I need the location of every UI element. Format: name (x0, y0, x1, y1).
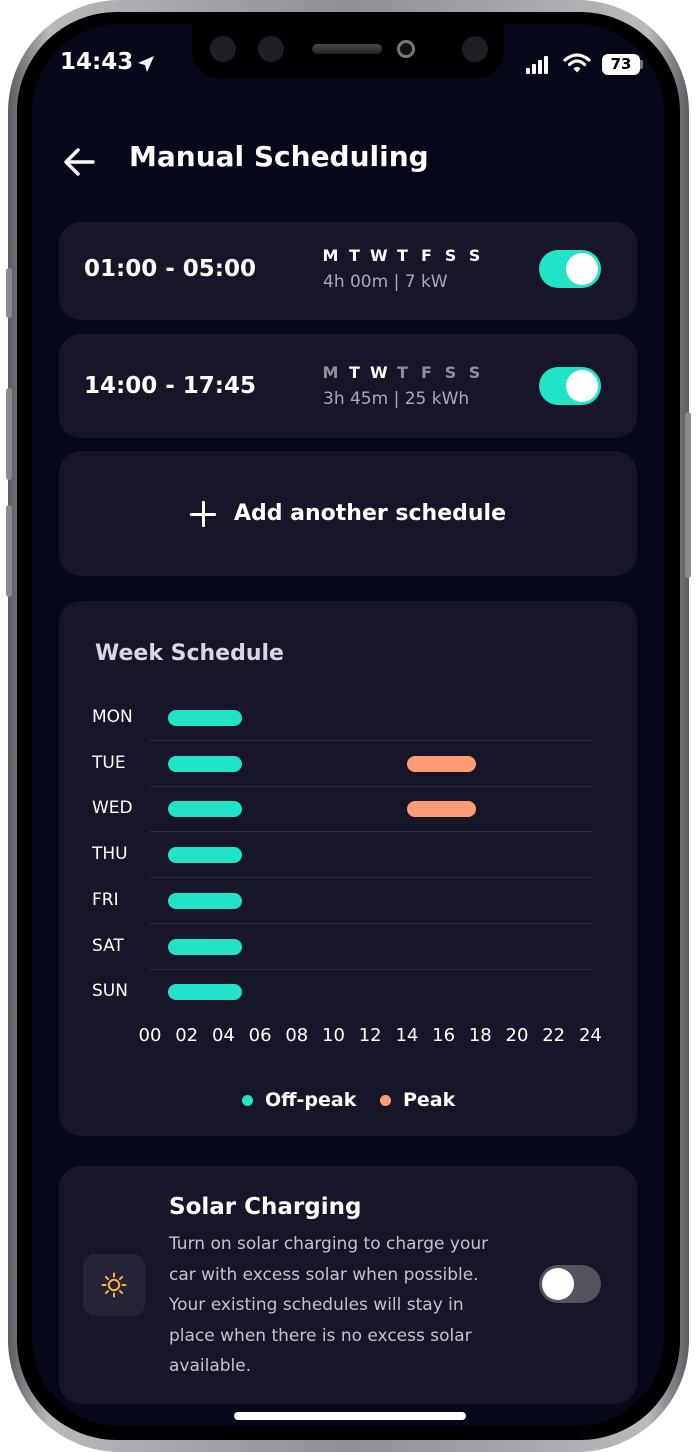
sensor-right (462, 36, 488, 62)
day-label-tue: TUE (92, 752, 126, 773)
battery-tip (640, 60, 643, 69)
day-letter: S (444, 246, 457, 265)
schedule-toggle[interactable] (539, 250, 601, 288)
peak-dot (380, 1094, 391, 1106)
grid-line (150, 831, 592, 833)
week-schedule-card: Week Schedule MON TUE WED THU FRI SAT SUN 00 02 0… (59, 601, 637, 1136)
x-tick-label: 14 (395, 1025, 419, 1046)
peak-bar-tue (406, 755, 476, 772)
day-letter: W (370, 246, 388, 265)
off-peak-dot (242, 1094, 253, 1106)
sun-icon (101, 1272, 127, 1298)
x-tick-label: 08 (285, 1025, 309, 1046)
x-tick-label: 20 (505, 1025, 529, 1046)
day-letter: M (322, 246, 339, 265)
day-label-sat: SAT (92, 935, 124, 956)
chart-title: Week Schedule (95, 641, 284, 666)
x-tick-label: 18 (468, 1025, 492, 1046)
status-time: 14:43 (60, 49, 134, 75)
off-peak-bar-sun (168, 984, 242, 1001)
day-letter: T (349, 246, 360, 265)
power-button (685, 412, 691, 578)
off-peak-bar-sat (168, 938, 242, 955)
x-tick-label: 24 (578, 1025, 602, 1046)
x-tick-label: 02 (175, 1025, 199, 1046)
schedule-card-2[interactable]: 14:00 - 17:45 MTWTFSS 3h 45m | 25 kWh (59, 334, 637, 438)
off-peak-bar-fri (168, 892, 242, 909)
x-tick-label: 16 (432, 1025, 456, 1046)
day-letter: T (397, 246, 408, 265)
grid-line (150, 922, 592, 924)
solar-charging-card: Solar Charging Turn on solar charging to… (59, 1166, 637, 1404)
legend-peak-label: Peak (403, 1089, 456, 1111)
solar-title: Solar Charging (169, 1194, 362, 1220)
day-label-sun: SUN (92, 981, 128, 1002)
add-schedule-button[interactable]: Add another schedule (59, 451, 637, 576)
app-screen: 14:43 73 Manual Scheduling 01:00 - 05:00… (32, 24, 664, 1426)
schedule-details: 4h 00m | 7 kW (323, 272, 448, 292)
schedule-days: MTWTFSS (322, 363, 483, 382)
solar-description: Turn on solar charging to charge your ca… (169, 1234, 489, 1376)
day-letter: F (421, 246, 432, 265)
day-letter: S (468, 363, 481, 382)
legend-peak: Peak (380, 1089, 455, 1111)
earpiece-speaker (312, 44, 382, 54)
day-letter: S (444, 363, 457, 382)
off-peak-bar-thu (168, 847, 242, 864)
back-arrow-icon[interactable] (62, 146, 96, 178)
toggle-knob (566, 370, 598, 402)
x-tick-label: 00 (138, 1025, 162, 1046)
front-camera (397, 40, 415, 58)
add-schedule-label: Add another schedule (233, 501, 506, 526)
peak-bar-wed (406, 801, 476, 818)
schedule-toggle[interactable] (539, 367, 601, 405)
day-label-fri: FRI (92, 889, 119, 910)
wifi-icon (563, 53, 591, 73)
x-tick-label: 22 (542, 1025, 566, 1046)
x-tick-label: 10 (322, 1025, 345, 1046)
solar-toggle[interactable] (539, 1265, 601, 1303)
x-tick-label: 04 (211, 1025, 235, 1046)
sensor-left (210, 36, 236, 62)
volume-up-button (6, 388, 12, 480)
schedule-time: 01:00 - 05:00 (84, 256, 256, 282)
schedule-days: MTWTFSS (322, 246, 483, 265)
day-label-thu: THU (92, 844, 128, 865)
legend-off-peak: Off-peak (242, 1089, 356, 1111)
toggle-knob (542, 1268, 574, 1300)
dynamic-island (192, 24, 504, 78)
battery-indicator: 73 (602, 54, 640, 75)
grid-line (150, 877, 592, 879)
page-title: Manual Scheduling (129, 140, 429, 173)
day-label-mon: MON (92, 707, 133, 727)
off-peak-bar-mon (168, 710, 242, 726)
sensor-mid (258, 36, 284, 62)
off-peak-bar-wed (168, 801, 242, 818)
schedule-time: 14:00 - 17:45 (84, 373, 256, 399)
grid-line (150, 785, 592, 787)
legend-off-peak-label: Off-peak (265, 1089, 357, 1111)
plus-icon (189, 500, 216, 527)
location-arrow-icon (138, 56, 154, 72)
mute-switch (6, 268, 12, 318)
day-letter: S (468, 246, 481, 265)
day-letter: M (322, 363, 339, 382)
off-peak-bar-tue (168, 755, 242, 772)
grid-line (150, 740, 592, 741)
schedule-details: 3h 45m | 25 kWh (323, 389, 470, 409)
grid-line (150, 968, 592, 970)
x-tick-label: 06 (248, 1025, 272, 1046)
day-letter: T (349, 363, 360, 382)
home-indicator[interactable] (234, 1412, 466, 1420)
day-label-wed: WED (92, 798, 133, 819)
schedule-card-1[interactable]: 01:00 - 05:00 MTWTFSS 4h 00m | 7 kW (59, 222, 637, 320)
x-tick-label: 12 (358, 1025, 382, 1046)
day-letter: T (397, 363, 408, 382)
cellular-signal-icon (526, 56, 552, 74)
day-letter: F (421, 363, 432, 382)
volume-down-button (6, 505, 12, 597)
toggle-knob (566, 253, 598, 285)
day-letter: W (370, 363, 388, 382)
sun-icon-box (83, 1254, 145, 1316)
